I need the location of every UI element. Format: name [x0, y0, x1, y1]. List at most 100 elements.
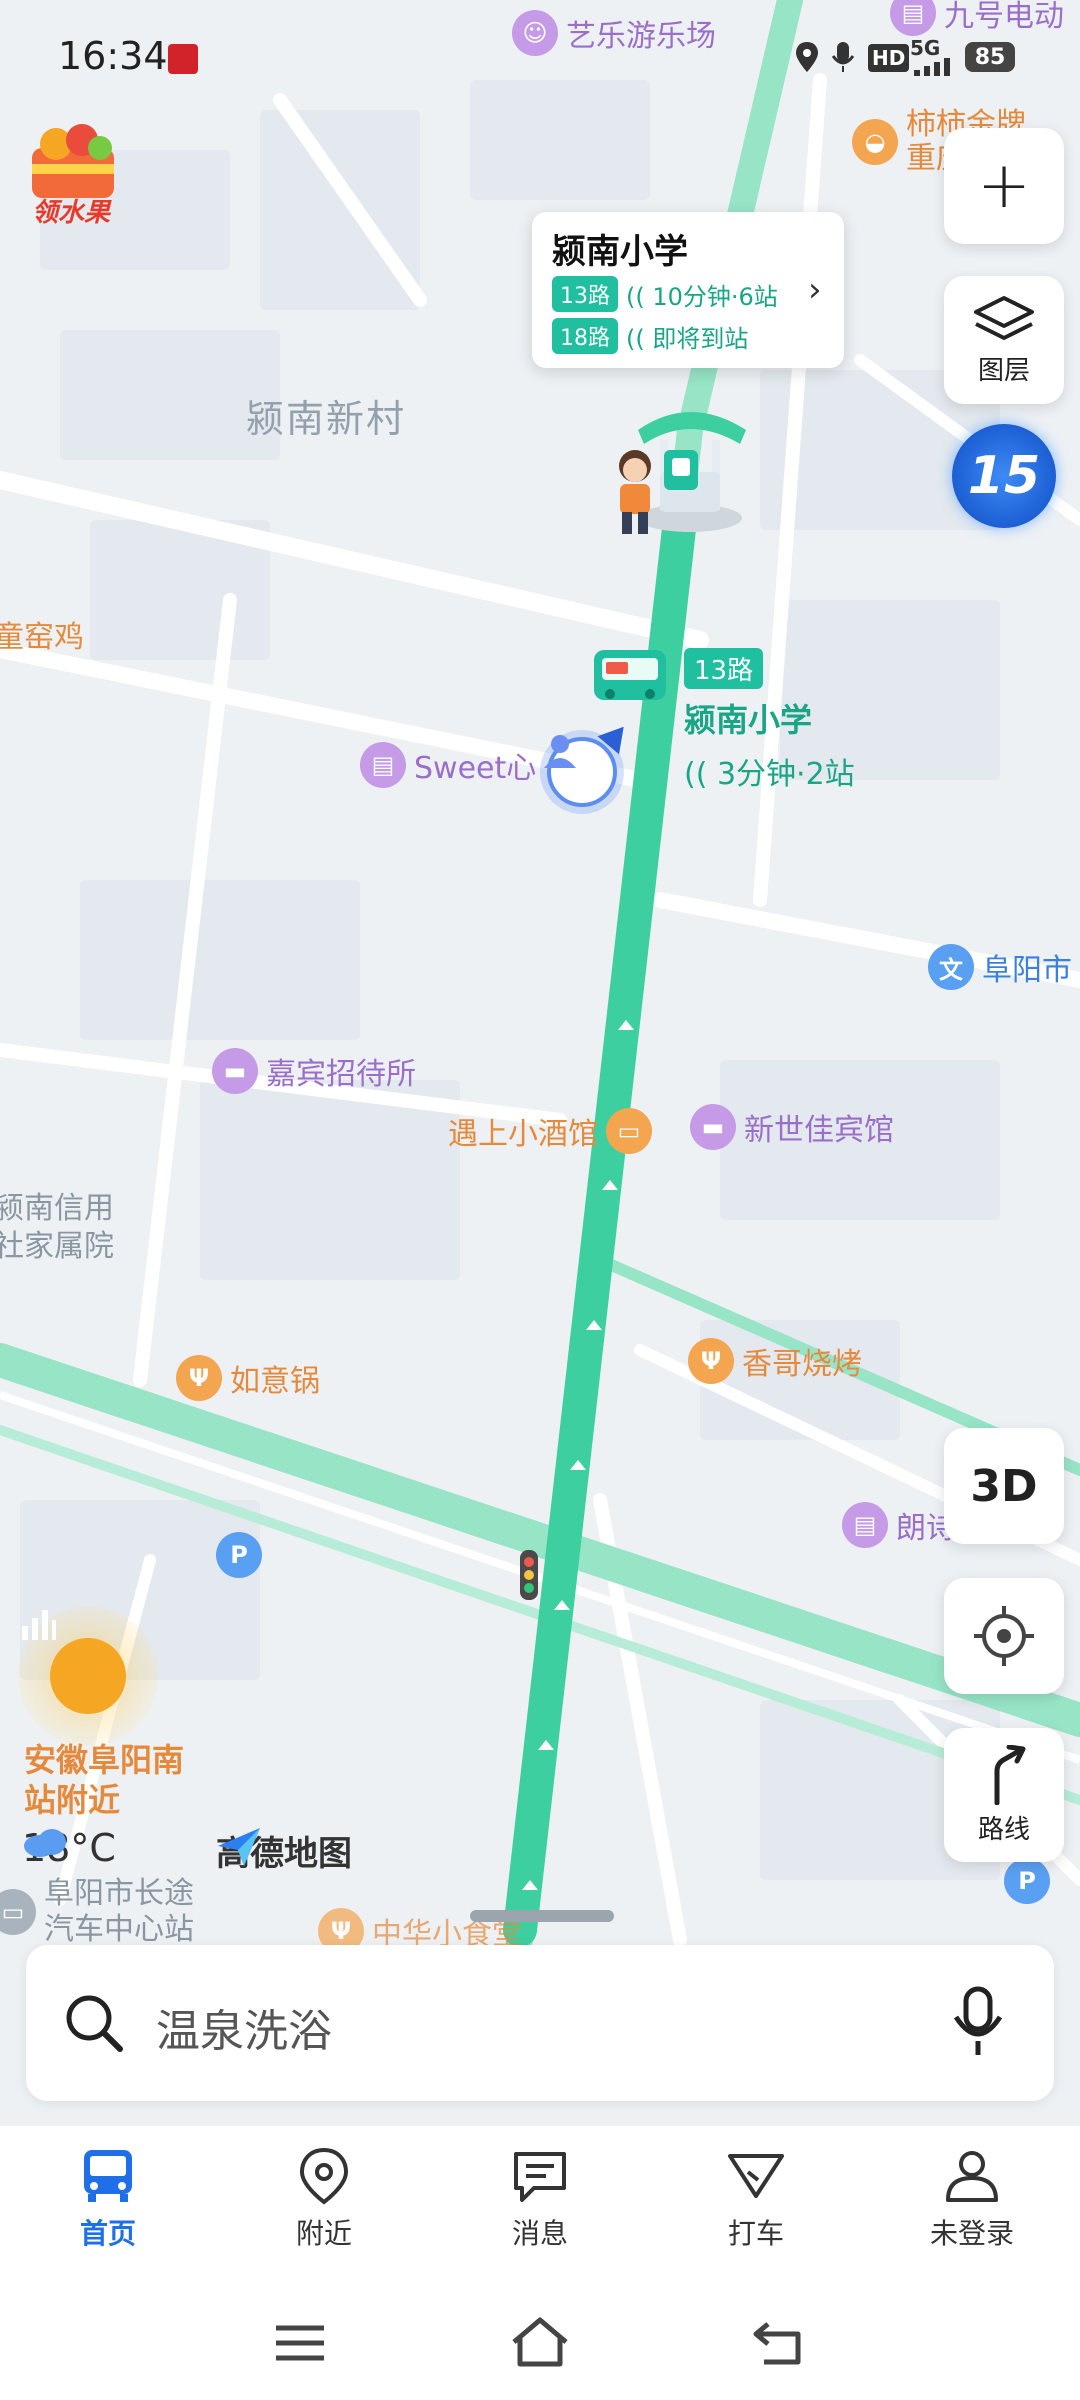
layers-icon: [974, 295, 1034, 340]
tab-label: 未登录: [929, 2217, 1014, 2250]
bar-chart-icon: [22, 1610, 126, 1714]
parking-marker[interactable]: P: [216, 1532, 262, 1578]
tab-home[interactable]: 首页: [38, 2146, 178, 2252]
route-button[interactable]: 路线: [944, 1728, 1064, 1862]
search-bar[interactable]: 温泉洗浴: [26, 1945, 1054, 2101]
restaurant-icon: Ψ: [176, 1355, 222, 1401]
microphone-status-icon: [831, 40, 855, 74]
plus-icon: +: [977, 149, 1031, 223]
hotel-icon: ▬: [212, 1048, 258, 1094]
shop-icon: ▤: [360, 742, 406, 788]
poi-xiangge-bbq[interactable]: Ψ 香哥烧烤: [688, 1338, 862, 1384]
route-eta-text: 10分钟·6站: [652, 282, 778, 311]
microphone-icon[interactable]: [952, 1985, 1004, 2059]
status-time: 16:34: [58, 34, 168, 78]
poi-ruyi-hotpot[interactable]: Ψ 如意锅: [176, 1355, 320, 1401]
station-eta: (( 3分钟·2站: [684, 749, 855, 793]
weather-widget[interactable]: 18°C: [22, 1826, 116, 1870]
station-eta-text: 3分钟·2站: [716, 757, 855, 792]
bus-route-row: 18路 (( 即将到站: [552, 318, 748, 354]
hd-icon: HD: [868, 44, 910, 72]
user-avatar-icon: [544, 735, 617, 807]
tab-label: 消息: [511, 2217, 568, 2250]
amap-logo: 高德地图: [216, 1826, 352, 1875]
culture-icon: 文: [928, 944, 974, 990]
tab-messages[interactable]: 消息: [470, 2146, 610, 2252]
poi-label: 颍南信用社家属院: [0, 1191, 114, 1264]
station-route-tag: 13路: [684, 648, 764, 689]
parking-marker[interactable]: P: [1004, 1858, 1050, 1904]
tab-profile[interactable]: 未登录: [902, 2146, 1042, 2252]
restaurant-icon: Ψ: [688, 1338, 734, 1384]
promo-fruit-button[interactable]: 领水果: [18, 118, 128, 228]
3d-label: 3D: [970, 1460, 1038, 1512]
route-label: 路线: [977, 1814, 1030, 1845]
sheet-drag-handle[interactable]: [470, 1910, 614, 1922]
poi-label: Sweet心: [414, 751, 537, 786]
poi-langting[interactable]: ▤ 朗诗: [842, 1502, 956, 1548]
location-pin-icon: [294, 2146, 354, 2206]
bus-stop-title: 颍南小学: [552, 232, 688, 272]
poi-label: 如意锅: [230, 1364, 320, 1399]
home-icon[interactable]: [510, 2316, 570, 2368]
location-status-icon: [794, 40, 820, 74]
tab-nearby[interactable]: 附近: [254, 2146, 394, 2252]
layers-button[interactable]: 图层: [944, 276, 1064, 404]
tab-label: 首页: [79, 2217, 136, 2250]
bar-icon: ▭: [606, 1108, 652, 1154]
poi-credit-coop[interactable]: 颍南信用社家属院: [0, 1190, 114, 1266]
search-input[interactable]: 温泉洗浴: [156, 1995, 332, 2059]
user-icon: [942, 2146, 1002, 2206]
station-label[interactable]: 13路 颍南小学 (( 3分钟·2站: [684, 648, 855, 793]
tab-label: 打车: [727, 2217, 784, 2250]
crosshair-icon: [974, 1606, 1034, 1666]
message-icon: [510, 2146, 570, 2206]
bus-vehicle-icon[interactable]: [592, 648, 668, 704]
layers-label: 图层: [977, 355, 1030, 386]
bus-station-icon: ▭: [0, 1889, 36, 1935]
activity-heat-button[interactable]: [18, 1606, 158, 1746]
battery-icon: 85: [965, 42, 1015, 72]
poi-fuyang-city[interactable]: 文 阜阳市: [928, 944, 1072, 990]
hotel-icon: ▬: [690, 1104, 736, 1150]
shop-icon: ▤: [842, 1502, 888, 1548]
route-arrow-icon: [994, 1744, 1026, 1805]
system-nav-bar: [0, 2286, 1080, 2400]
route-eta: (( 即将到站: [626, 324, 749, 353]
bus-stop-card[interactable]: 颍南小学 13路 (( 10分钟·6站 18路 (( 即将到站 ›: [532, 212, 844, 368]
poi-sweet[interactable]: ▤ Sweet心: [360, 742, 536, 788]
version-badge[interactable]: 15: [952, 424, 1056, 528]
route-tag: 13路: [552, 276, 618, 312]
restaurant-icon: ◒: [852, 119, 898, 165]
poi-kiln-chicken[interactable]: 童窑鸡: [0, 612, 84, 656]
bus-route-row: 13路 (( 10分钟·6站: [552, 276, 778, 312]
parking-icon: P: [1004, 1858, 1050, 1904]
poi-xinshijia-hotel[interactable]: ▬ 新世佳宾馆: [690, 1104, 894, 1150]
poi-yushang-bar[interactable]: 遇上小酒馆 ▭: [448, 1108, 652, 1154]
station-stop-name: 颍南小学: [684, 701, 813, 739]
poi-jiabin-hotel[interactable]: ▬ 嘉宾招待所: [212, 1048, 416, 1094]
taxi-icon: [726, 2146, 786, 2206]
locate-me-button[interactable]: [944, 1578, 1064, 1694]
pedestrian-avatar-icon: [612, 448, 658, 538]
status-bar: 16:34 HD 5G 85: [0, 0, 1080, 110]
search-icon: [66, 1995, 123, 2052]
menu-icon[interactable]: [272, 2322, 328, 2364]
zoom-in-button[interactable]: +: [944, 128, 1064, 244]
back-icon[interactable]: [752, 2318, 808, 2366]
3d-toggle-button[interactable]: 3D: [944, 1428, 1064, 1544]
promo-label: 领水果: [32, 198, 111, 228]
bottom-tab-bar: 首页 附近 消息 打车 未登录: [0, 2126, 1080, 2286]
poi-label: 遇上小酒馆: [448, 1117, 598, 1152]
poi-bus-station[interactable]: ▭ 阜阳市长途汽车中心站: [0, 1876, 214, 1948]
my-location-marker[interactable]: [540, 717, 635, 814]
network-type: 5G: [910, 36, 941, 60]
chevron-right-icon: ›: [808, 270, 822, 310]
route-eta: (( 10分钟·6站: [626, 282, 778, 311]
poi-label: 嘉宾招待所: [266, 1057, 416, 1092]
poi-label: 阜阳市长途汽车中心站: [44, 1876, 194, 1947]
poi-label: 童窑鸡: [0, 620, 84, 655]
tab-taxi[interactable]: 打车: [686, 2146, 826, 2252]
poi-label: 新世佳宾馆: [744, 1113, 894, 1148]
poi-label: 香哥烧烤: [742, 1347, 862, 1382]
